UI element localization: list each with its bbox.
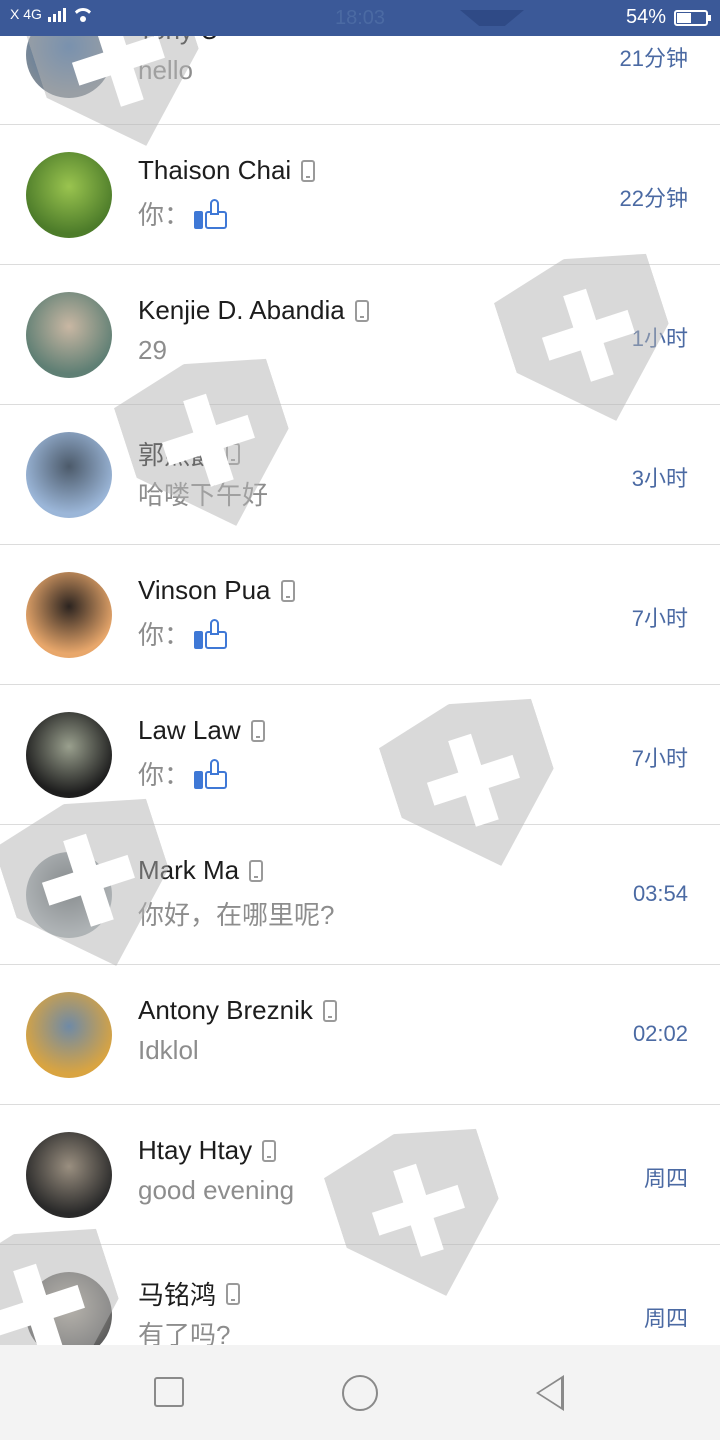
avatar[interactable]: [26, 432, 112, 518]
conversation-row[interactable]: Mark Ma 你好，在哪里呢? 03:54: [0, 825, 720, 965]
message-preview: hello: [138, 55, 193, 86]
message-preview-text: Idklol: [138, 1035, 199, 1065]
contact-name: Antony Breznik: [138, 995, 337, 1026]
message-time: 1小时: [631, 326, 688, 351]
contact-name: 郭熙爵: [138, 435, 241, 472]
message-time: 03:54: [632, 881, 688, 906]
message-preview-text: 哈喽下午好: [138, 480, 269, 510]
message-preview: 你好，在哪里呢?: [138, 895, 334, 932]
message-time: 22分钟: [619, 186, 688, 211]
conversation-row[interactable]: Kenjie D. Abandia 29 1小时: [0, 265, 720, 405]
message-preview-text: 你：: [138, 760, 191, 790]
navigation-bar: [0, 1345, 720, 1440]
contact-name-text: Thaison Chai: [138, 155, 292, 185]
contact-name-text: Antony Breznik: [138, 995, 313, 1025]
contact-name-text: 马铭鸿: [138, 1280, 217, 1310]
avatar[interactable]: [26, 992, 112, 1078]
status-right: 54%: [625, 6, 711, 29]
message-time: 周四: [643, 1306, 688, 1331]
message-preview-text: 你：: [138, 200, 191, 230]
thumbs-up-icon: [194, 198, 228, 229]
message-preview: 你：: [138, 615, 228, 652]
thumbs-up-icon: [194, 618, 228, 649]
conversation-row[interactable]: Antony Breznik Idklol 02:02: [0, 965, 720, 1105]
message-preview-text: 你好，在哪里呢?: [138, 900, 335, 930]
message-preview: 哈喽下午好: [138, 475, 268, 512]
conversation-row[interactable]: Htay Htay good evening 周四: [0, 1105, 720, 1245]
mobile-phone-icon: [250, 719, 265, 742]
contact-name: Htay Htay: [138, 1135, 277, 1166]
recent-apps-icon[interactable]: [154, 1377, 184, 1407]
message-time: 7小时: [631, 606, 688, 631]
mobile-phone-icon: [280, 579, 295, 602]
avatar[interactable]: [26, 572, 112, 658]
conversation-row[interactable]: Law Law 你： 7小时: [0, 685, 720, 825]
message-preview: 你：: [138, 755, 228, 792]
contact-name-text: Htay Htay: [138, 1135, 253, 1165]
message-preview-text: 29: [138, 335, 167, 365]
mobile-phone-icon: [301, 159, 316, 182]
back-icon[interactable]: [536, 1375, 564, 1411]
avatar[interactable]: [26, 152, 112, 238]
conversation-row[interactable]: Vinson Pua 你： 7小时: [0, 545, 720, 685]
message-time: 3小时: [631, 466, 688, 491]
contact-name: Kenjie D. Abandia: [138, 295, 369, 326]
conversation-row[interactable]: Thaison Chai 你： 22分钟: [0, 125, 720, 265]
battery-percent: 54%: [625, 6, 666, 28]
message-preview-text: hello: [138, 55, 193, 85]
contact-name: Mark Ma: [138, 855, 264, 886]
message-time: 周四: [643, 1166, 688, 1191]
clock: 18:03: [334, 7, 386, 29]
battery-icon: [674, 9, 711, 26]
contact-name: Vinson Pua: [138, 575, 295, 606]
avatar[interactable]: [26, 292, 112, 378]
mobile-phone-icon: [354, 299, 369, 322]
contact-name: Law Law: [138, 715, 265, 746]
contact-name-text: Law Law: [138, 715, 241, 745]
mobile-phone-icon: [226, 442, 241, 465]
message-preview: 29: [138, 335, 167, 366]
conversation-row[interactable]: 郭熙爵哈喽下午好 3小时: [0, 405, 720, 545]
mobile-phone-icon: [322, 999, 337, 1022]
avatar[interactable]: [26, 712, 112, 798]
message-time: 21分钟: [619, 46, 688, 71]
message-preview-text: good evening: [138, 1175, 295, 1205]
contact-name: 马铭鸿: [138, 1275, 241, 1312]
message-preview: 你：: [138, 195, 228, 232]
message-time: 02:02: [632, 1021, 688, 1046]
contact-name-text: Vinson Pua: [138, 575, 271, 605]
avatar[interactable]: [26, 1132, 112, 1218]
status-bar: X 4G 18:03 54%: [0, 0, 720, 36]
thumbs-up-icon: [194, 758, 228, 789]
avatar[interactable]: [26, 852, 112, 938]
message-preview: good evening: [138, 1175, 294, 1206]
mobile-phone-icon: [249, 859, 264, 882]
message-preview-text: 你：: [138, 620, 191, 650]
message-time: 7小时: [631, 746, 688, 771]
contact-name-text: 郭熙爵: [138, 440, 217, 470]
contact-name: Thaison Chai: [138, 155, 316, 186]
contact-name-text: Kenjie D. Abandia: [138, 295, 345, 325]
mobile-phone-icon: [226, 1282, 241, 1305]
conversation-list[interactable]: Tony Uhello21分钟Thaison Chai你：22分钟Kenjie …: [0, 0, 720, 1385]
message-preview: Idklol: [138, 1035, 199, 1066]
contact-name-text: Mark Ma: [138, 855, 240, 885]
battery-fill: [677, 12, 692, 23]
mobile-phone-icon: [262, 1139, 277, 1162]
home-icon[interactable]: [342, 1375, 378, 1411]
